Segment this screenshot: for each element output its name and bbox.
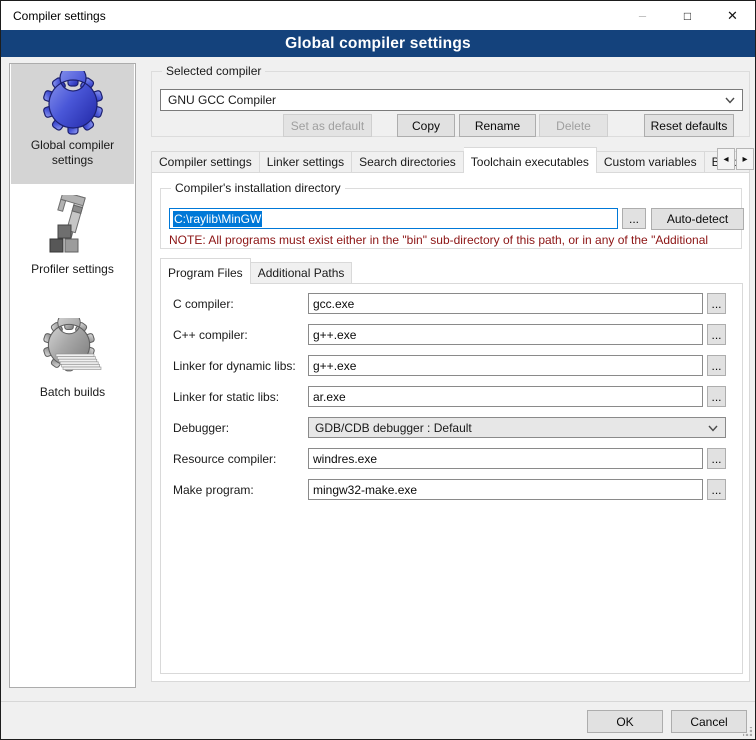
sidebar-item-label: Profiler settings <box>11 262 134 277</box>
compiler-select[interactable]: GNU GCC Compiler <box>160 89 743 111</box>
settings-category-sidebar: Global compiler settings Profiler settin… <box>9 63 136 688</box>
title-bar: Compiler settings – □ ✕ <box>1 1 755 30</box>
c-compiler-input[interactable] <box>308 293 703 314</box>
resize-grip[interactable] <box>743 727 752 736</box>
installation-directory-group: Compiler's installation directory C:\ray… <box>160 188 742 249</box>
chevron-down-icon <box>725 97 735 104</box>
form-row-debugger: Debugger: GDB/CDB debugger : Default <box>161 417 742 438</box>
window-title: Compiler settings <box>13 9 106 23</box>
c-compiler-label: C compiler: <box>173 297 234 311</box>
sidebar-item-profiler-settings[interactable]: Profiler settings <box>11 195 134 291</box>
form-row-resource-compiler: Resource compiler: ... <box>161 448 742 469</box>
make-program-label: Make program: <box>173 483 254 497</box>
form-row-cpp-compiler: C++ compiler: ... <box>161 324 742 345</box>
browse-directory-button[interactable]: ... <box>622 208 646 229</box>
footer-divider <box>1 701 755 702</box>
resource-compiler-input[interactable] <box>308 448 703 469</box>
resource-compiler-browse-button[interactable]: ... <box>707 448 726 469</box>
blue-gear-icon <box>41 71 105 135</box>
static-linker-input[interactable] <box>308 386 703 407</box>
chevron-down-icon <box>708 425 718 432</box>
bin-subdirectory-note: NOTE: All programs must exist either in … <box>169 233 739 247</box>
tab-search-directories[interactable]: Search directories <box>352 151 464 173</box>
form-row-make-program: Make program: ... <box>161 479 742 500</box>
ok-button[interactable]: OK <box>587 710 663 733</box>
cpp-compiler-input[interactable] <box>308 324 703 345</box>
form-row-dynamic-linker: Linker for dynamic libs: ... <box>161 355 742 376</box>
sidebar-item-batch-builds[interactable]: Batch builds <box>11 318 134 418</box>
dynamic-linker-browse-button[interactable]: ... <box>707 355 726 376</box>
installation-directory-input[interactable]: C:\raylib\MinGW <box>169 208 618 229</box>
tab-scroll-arrows: ◂ ▸ <box>716 148 754 170</box>
tab-toolchain-executables[interactable]: Toolchain executables <box>464 147 597 173</box>
c-compiler-browse-button[interactable]: ... <box>707 293 726 314</box>
caliper-icon <box>41 195 105 259</box>
dynamic-linker-input[interactable] <box>308 355 703 376</box>
page-title-banner: Global compiler settings <box>1 30 755 57</box>
delete-button[interactable]: Delete <box>539 114 608 137</box>
compiler-settings-dialog: Compiler settings – □ ✕ Global compiler … <box>0 0 756 740</box>
static-linker-browse-button[interactable]: ... <box>707 386 726 407</box>
form-row-static-linker: Linker for static libs: ... <box>161 386 742 407</box>
auto-detect-button[interactable]: Auto-detect <box>651 208 744 230</box>
program-files-tabstrip: Program Files Additional Paths <box>160 258 743 284</box>
compiler-settings-tabstrip: Compiler settings Linker settings Search… <box>151 147 755 173</box>
installation-directory-group-label: Compiler's installation directory <box>171 181 345 195</box>
installation-directory-value: C:\raylib\MinGW <box>173 211 262 227</box>
make-program-browse-button[interactable]: ... <box>707 479 726 500</box>
tab-compiler-settings[interactable]: Compiler settings <box>151 151 260 173</box>
close-icon[interactable]: ✕ <box>710 1 755 30</box>
cpp-compiler-browse-button[interactable]: ... <box>707 324 726 345</box>
make-program-input[interactable] <box>308 479 703 500</box>
minimize-icon[interactable]: – <box>620 1 665 30</box>
debugger-label: Debugger: <box>173 421 229 435</box>
sidebar-item-global-compiler-settings[interactable]: Global compiler settings <box>11 64 134 184</box>
tab-custom-variables[interactable]: Custom variables <box>597 151 705 173</box>
resource-compiler-label: Resource compiler: <box>173 452 276 466</box>
sidebar-item-label: Batch builds <box>11 385 134 400</box>
page-title: Global compiler settings <box>285 35 471 53</box>
cpp-compiler-label: C++ compiler: <box>173 328 248 342</box>
toolchain-executables-page: Compiler's installation directory C:\ray… <box>151 172 750 682</box>
program-files-page: C compiler: ... C++ compiler: ... Linker… <box>160 283 743 674</box>
cancel-button[interactable]: Cancel <box>671 710 747 733</box>
tab-linker-settings[interactable]: Linker settings <box>260 151 352 173</box>
reset-defaults-button[interactable]: Reset defaults <box>644 114 734 137</box>
debugger-select-value: GDB/CDB debugger : Default <box>315 421 472 435</box>
rename-button[interactable]: Rename <box>459 114 536 137</box>
compiler-select-value: GNU GCC Compiler <box>168 93 276 107</box>
gray-gear-papers-icon <box>41 318 105 382</box>
maximize-icon[interactable]: □ <box>665 1 710 30</box>
copy-button[interactable]: Copy <box>397 114 455 137</box>
window-controls: – □ ✕ <box>620 1 755 30</box>
selected-compiler-group: Selected compiler GNU GCC Compiler Set a… <box>151 71 750 137</box>
set-as-default-button[interactable]: Set as default <box>283 114 372 137</box>
static-linker-label: Linker for static libs: <box>173 390 279 404</box>
tab-program-files[interactable]: Program Files <box>160 258 251 284</box>
dynamic-linker-label: Linker for dynamic libs: <box>173 359 296 373</box>
selected-compiler-group-label: Selected compiler <box>162 64 265 78</box>
tab-additional-paths[interactable]: Additional Paths <box>251 262 353 284</box>
sidebar-item-label: Global compiler settings <box>11 138 134 168</box>
tab-scroll-right-icon[interactable]: ▸ <box>736 148 754 170</box>
form-row-c-compiler: C compiler: ... <box>161 293 742 314</box>
debugger-select[interactable]: GDB/CDB debugger : Default <box>308 417 726 438</box>
tab-scroll-left-icon[interactable]: ◂ <box>717 148 735 170</box>
